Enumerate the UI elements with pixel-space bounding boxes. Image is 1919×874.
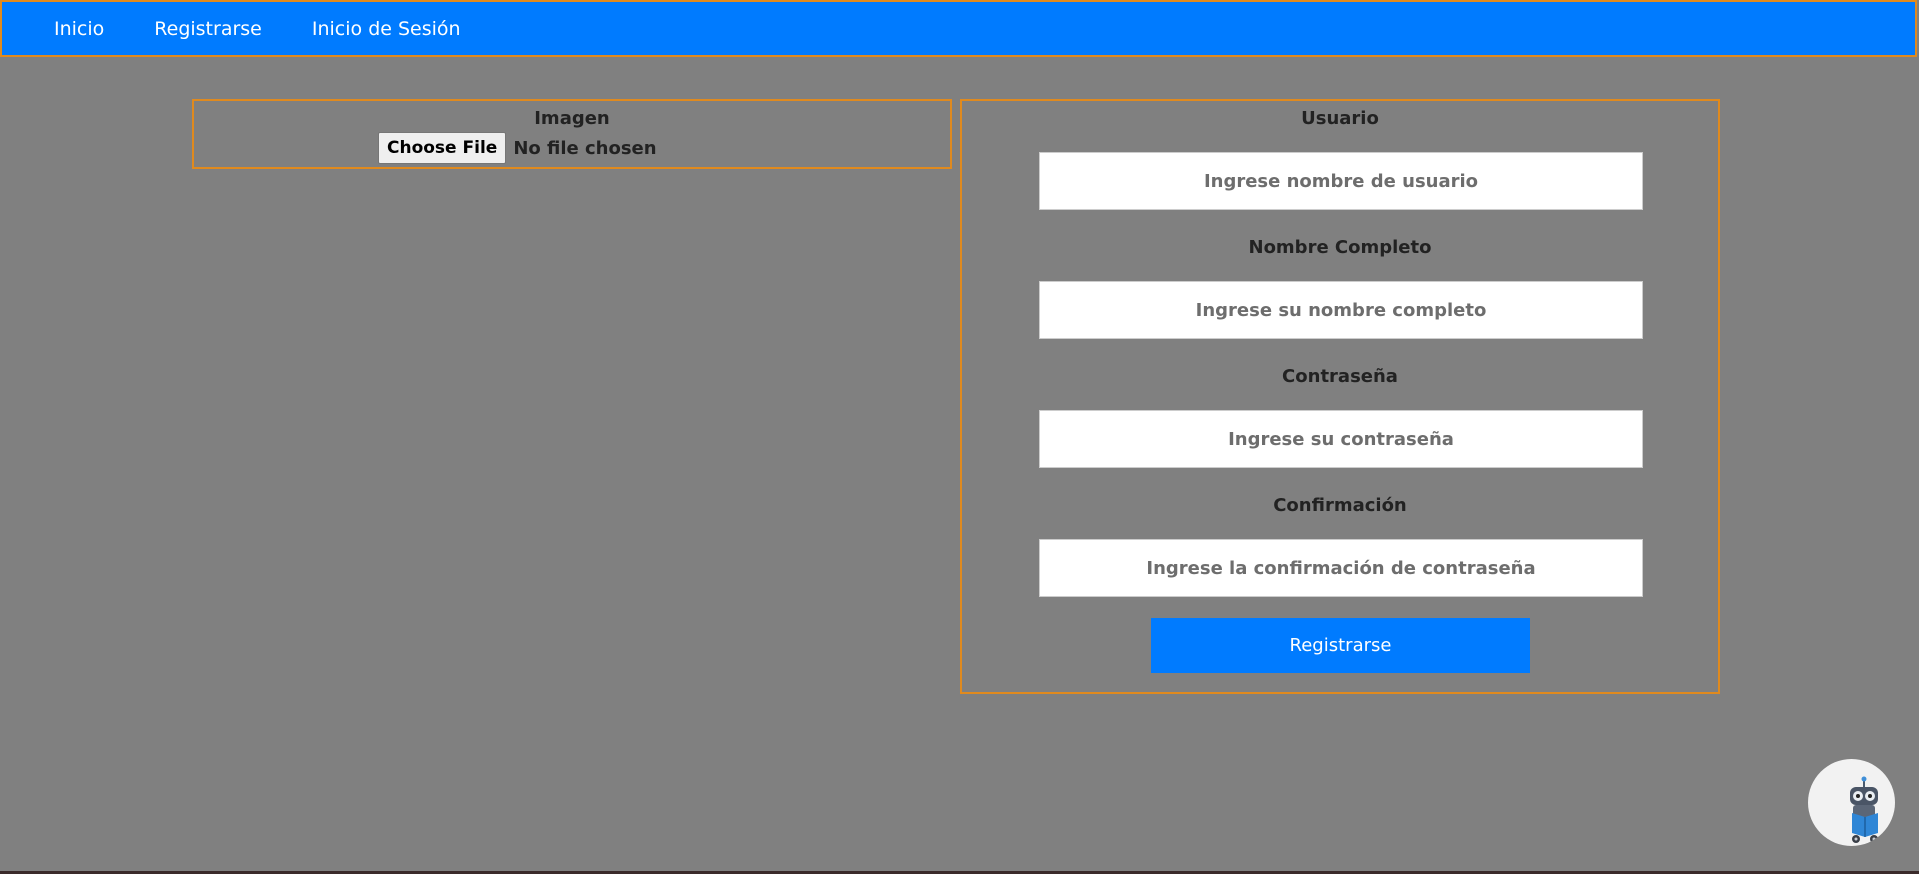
chat-widget-button[interactable] — [1808, 759, 1895, 846]
confirm-password-label: Confirmación — [1273, 495, 1407, 516]
top-navbar: Inicio Registrarse Inicio de Sesión — [0, 0, 1917, 57]
robot-reading-icon — [1850, 776, 1878, 843]
username-label: Usuario — [1301, 108, 1379, 129]
confirm-password-input[interactable] — [1039, 539, 1643, 597]
username-input[interactable] — [1039, 152, 1643, 210]
fullname-label: Nombre Completo — [1248, 237, 1432, 258]
image-label: Imagen — [534, 108, 610, 129]
choose-file-button[interactable]: Choose File — [378, 132, 507, 164]
nav-link-registrarse[interactable]: Registrarse — [154, 18, 262, 40]
image-panel: Imagen Choose File No file chosen — [192, 99, 952, 169]
fullname-input[interactable] — [1039, 281, 1643, 339]
password-input[interactable] — [1039, 410, 1643, 468]
password-label: Contraseña — [1282, 366, 1398, 387]
file-input: Choose File No file chosen — [378, 132, 657, 164]
nav-link-inicio-sesion[interactable]: Inicio de Sesión — [312, 18, 461, 40]
file-status-text: No file chosen — [513, 137, 657, 159]
register-button[interactable]: Registrarse — [1151, 618, 1530, 673]
nav-link-inicio[interactable]: Inicio — [54, 18, 104, 40]
registration-form: Usuario Nombre Completo Contraseña Confi… — [960, 99, 1720, 694]
